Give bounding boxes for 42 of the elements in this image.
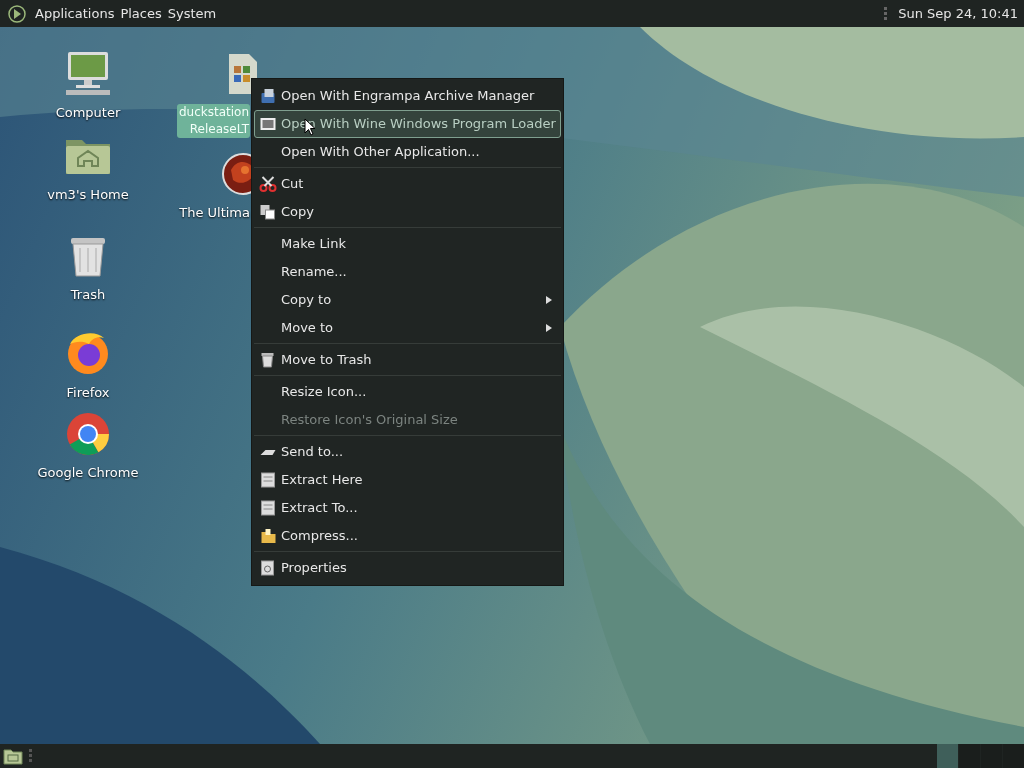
menu-item[interactable]: Move to — [254, 314, 561, 342]
trash-icon — [259, 352, 277, 368]
document-icon — [259, 472, 277, 488]
menu-item[interactable]: Extract To... — [254, 494, 561, 522]
menu-item[interactable]: Properties — [254, 554, 561, 582]
menu-item[interactable]: Copy — [254, 198, 561, 226]
icon-label: The Ultima — [179, 204, 250, 221]
submenu-arrow-icon — [544, 295, 554, 305]
icon-label: vm3's Home — [47, 186, 129, 203]
panel-handle-icon[interactable] — [28, 748, 34, 764]
icon-label: Firefox — [66, 384, 110, 401]
icon-label: duckstation ReleaseLT — [176, 104, 250, 138]
clock[interactable]: Sun Sep 24, 10:41 — [895, 0, 1021, 27]
workspace-switcher[interactable] — [937, 744, 1024, 768]
copy-icon — [259, 204, 277, 220]
folder-icon — [259, 528, 277, 544]
menu-item[interactable]: Copy to — [254, 286, 561, 314]
panel-menu[interactable]: System — [164, 0, 220, 27]
icon-label: Trash — [70, 286, 106, 303]
window-icon — [259, 116, 277, 132]
menu-item[interactable]: Open With Engrampa Archive Manager — [254, 82, 561, 110]
show-desktop-icon[interactable] — [2, 747, 24, 765]
properties-icon — [259, 560, 277, 576]
panel-handle-icon[interactable] — [883, 5, 890, 22]
menu-item[interactable]: Cut — [254, 170, 561, 198]
panel-menu[interactable]: Applications — [32, 0, 118, 27]
submenu-arrow-icon — [544, 323, 554, 333]
menu-item[interactable]: Rename... — [254, 258, 561, 286]
archive-icon — [259, 88, 277, 104]
menu-item[interactable]: Open With Other Application... — [254, 138, 561, 166]
menu-item[interactable]: Extract Here — [254, 466, 561, 494]
icon-label: Computer — [55, 104, 121, 121]
document-icon — [259, 500, 277, 516]
menu-item[interactable]: Resize Icon... — [254, 378, 561, 406]
menu-item[interactable]: Send to... — [254, 438, 561, 466]
menu-item[interactable]: Move to Trash — [254, 346, 561, 374]
panel-menu[interactable]: Places — [117, 0, 165, 27]
icon-label: Google Chrome — [37, 464, 139, 481]
main-menu-icon[interactable] — [5, 3, 29, 24]
scissors-icon — [259, 176, 277, 192]
menu-item[interactable]: Make Link — [254, 230, 561, 258]
menu-item[interactable]: Compress... — [254, 522, 561, 550]
